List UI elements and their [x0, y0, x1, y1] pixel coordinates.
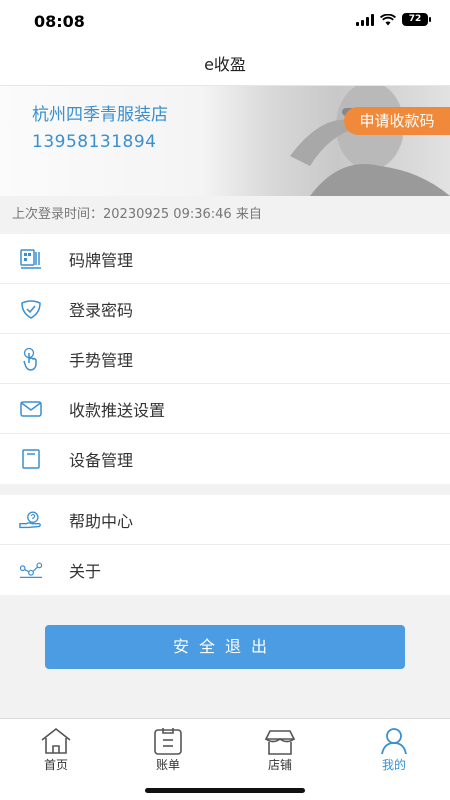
battery-icon: 72: [402, 13, 431, 26]
menu-label: 码牌管理: [69, 250, 134, 270]
tab-mine[interactable]: 我的: [364, 723, 424, 773]
logout-button[interactable]: 安全退出: [45, 625, 405, 669]
settings-menu: 码牌管理 登录密码 手势管理 收款推送设置 设备管理: [0, 234, 450, 484]
wifi-icon: [380, 13, 396, 25]
menu-item-login-password[interactable]: 登录密码: [0, 284, 450, 334]
status-icons: 72: [356, 13, 431, 26]
status-time: 08:08: [34, 12, 85, 31]
shop-name: 杭州四季青服装店: [32, 105, 168, 125]
menu-label: 手势管理: [69, 350, 134, 370]
menu-item-push-settings[interactable]: 收款推送设置: [0, 384, 450, 434]
tab-bill[interactable]: 账单: [138, 723, 198, 773]
status-bar: 08:08 72: [0, 0, 450, 44]
device-icon: [19, 447, 43, 471]
menu-label: 关于: [69, 562, 102, 581]
menu-label: 登录密码: [69, 300, 134, 320]
menu-label: 设备管理: [69, 451, 134, 470]
gesture-hand-icon: [19, 347, 43, 371]
page-title: e收盈: [204, 55, 246, 74]
tab-label: 店铺: [267, 758, 292, 772]
envelope-icon: [19, 397, 43, 421]
home-icon: [26, 723, 86, 755]
user-icon: [364, 723, 424, 755]
menu-label: 收款推送设置: [69, 400, 166, 420]
menu-item-qr-plate[interactable]: 码牌管理: [0, 234, 450, 284]
shield-icon: [19, 297, 43, 321]
shop-icon: [250, 723, 310, 755]
bill-icon: [138, 723, 198, 755]
share-nodes-icon: [19, 558, 43, 582]
qr-plate-icon: [19, 247, 43, 271]
help-menu: 帮助中心 关于: [0, 495, 450, 595]
home-indicator: [145, 788, 305, 793]
banner-photo: [290, 86, 450, 196]
nav-bar: e收盈: [0, 44, 450, 86]
menu-item-device[interactable]: 设备管理: [0, 434, 450, 484]
help-hand-icon: [19, 508, 43, 532]
shop-banner: 杭州四季青服装店 13958131894 申请收款码: [0, 86, 450, 196]
tab-shop[interactable]: 店铺: [250, 723, 310, 773]
tab-label: 首页: [43, 758, 68, 772]
menu-item-about[interactable]: 关于: [0, 545, 450, 595]
tab-label: 账单: [155, 758, 180, 772]
menu-item-gesture[interactable]: 手势管理: [0, 334, 450, 384]
signal-icon: [356, 13, 374, 26]
shop-phone: 13958131894: [32, 132, 157, 152]
menu-item-help-center[interactable]: 帮助中心: [0, 495, 450, 545]
last-login-info: 上次登录时间：20230925 09:36:46 来自: [0, 196, 450, 234]
apply-qr-code-button[interactable]: 申请收款码: [344, 107, 450, 135]
tab-home[interactable]: 首页: [26, 723, 86, 773]
menu-label: 帮助中心: [69, 511, 134, 531]
tab-label: 我的: [381, 758, 406, 772]
